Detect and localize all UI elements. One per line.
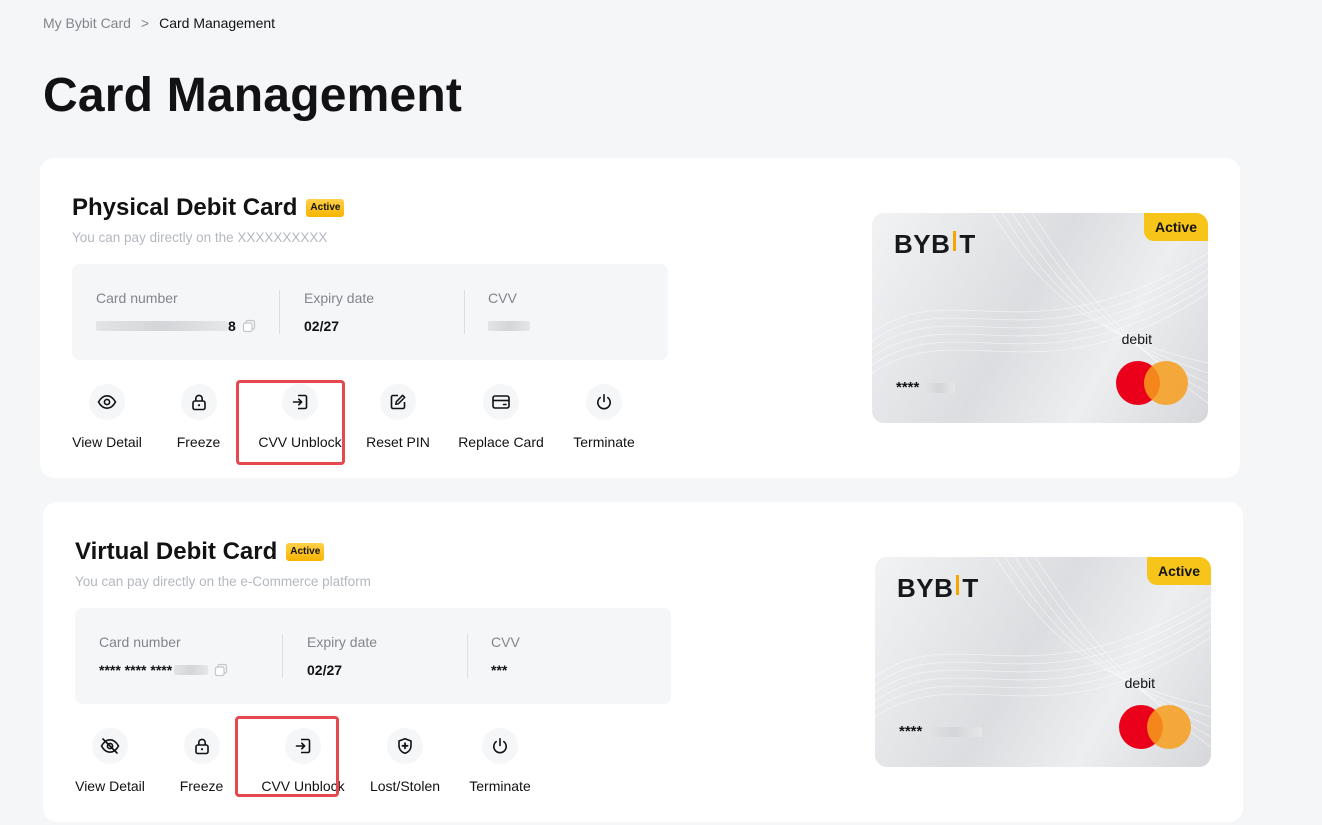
action-label: Terminate	[573, 434, 635, 450]
breadcrumb-separator: >	[140, 15, 150, 31]
lost-stolen-button[interactable]: Lost/Stolen	[365, 728, 445, 794]
card-number-masked: **** **** ****	[99, 662, 173, 678]
virtual-card-subtitle: You can pay directly on the e-Commerce p…	[75, 574, 371, 589]
physical-card-title: Physical Debit Card	[72, 194, 298, 221]
masked-stars: ****	[896, 379, 920, 396]
divider	[282, 634, 283, 678]
card-number-value: 8	[96, 318, 256, 334]
breadcrumb: My Bybit Card > Card Management	[43, 15, 275, 31]
redacted-number	[96, 321, 228, 331]
action-label: Reset PIN	[366, 434, 430, 450]
divider	[464, 290, 465, 334]
action-label: Freeze	[176, 434, 221, 450]
physical-title-row: Physical Debit Card Active	[72, 194, 345, 222]
status-badge: Active	[306, 199, 345, 217]
breadcrumb-my-bybit-card[interactable]: My Bybit Card	[43, 15, 131, 31]
card-status-badge: Active	[1144, 213, 1208, 241]
card-number-suffix: 8	[228, 318, 236, 334]
edit-icon	[380, 384, 416, 420]
card-type-label: debit	[1124, 675, 1155, 691]
power-icon	[482, 728, 518, 764]
reset-pin-button[interactable]: Reset PIN	[363, 384, 433, 450]
bybit-logo: BYB T	[897, 573, 979, 603]
redacted-digits	[923, 382, 956, 393]
breadcrumb-current: Card Management	[159, 15, 276, 31]
cvv-label: CVV	[488, 290, 517, 306]
card-type-label: debit	[1121, 331, 1152, 347]
redacted-digits	[926, 726, 983, 737]
redacted-digits	[174, 665, 209, 675]
physical-card-info: Card number 8 Expiry date 02/27 CVV	[72, 264, 668, 360]
freeze-button[interactable]: Freeze	[161, 384, 236, 450]
card-number-col: Card number 8	[96, 290, 256, 334]
lock-icon	[180, 384, 217, 420]
action-label: Replace Card	[458, 434, 544, 450]
divider	[467, 634, 468, 678]
virtual-card-info: Card number **** **** **** Expiry date 0…	[75, 608, 671, 704]
cvv-label: CVV	[491, 634, 520, 650]
virtual-title-row: Virtual Debit Card Active	[75, 538, 325, 566]
eye-off-icon	[92, 728, 128, 764]
action-label: Freeze	[179, 778, 224, 794]
masked-stars: ****	[899, 723, 923, 740]
copy-icon[interactable]	[242, 319, 256, 333]
action-label: Lost/Stolen	[369, 778, 441, 794]
divider	[279, 290, 280, 334]
physical-card-panel: Physical Debit Card Active You can pay d…	[40, 158, 1240, 478]
expiry-value: 02/27	[307, 662, 343, 678]
cvv-col: CVV ***	[491, 634, 520, 678]
expiry-label: Expiry date	[307, 634, 378, 650]
expiry-col: Expiry date 02/27	[307, 634, 377, 678]
copy-icon[interactable]	[214, 663, 228, 677]
virtual-card-title: Virtual Debit Card	[75, 538, 278, 565]
page-title: Card Management	[43, 69, 463, 122]
terminate-button[interactable]: Terminate	[569, 384, 639, 450]
lock-icon	[183, 728, 220, 764]
physical-card-subtitle: You can pay directly on the XXXXXXXXXX	[72, 230, 328, 245]
card-icon	[483, 384, 519, 420]
physical-card-image: BYB T Active debit ****	[872, 213, 1208, 423]
power-icon	[586, 384, 622, 420]
action-label: Terminate	[469, 778, 531, 794]
mastercard-logo	[1119, 705, 1191, 749]
expiry-value: 02/27	[304, 318, 340, 334]
cvv-value	[488, 318, 530, 334]
virtual-card-image: BYB T Active debit ****	[875, 557, 1211, 767]
shield-plus-icon	[387, 728, 423, 764]
redacted-cvv	[488, 321, 530, 331]
card-masked-number: ****	[899, 723, 983, 740]
cvv-value: ***	[491, 662, 508, 678]
mastercard-logo	[1116, 361, 1188, 405]
eye-icon	[89, 384, 125, 420]
card-number-label: Card number	[96, 290, 178, 306]
terminate-button[interactable]: Terminate	[465, 728, 535, 794]
card-masked-number: ****	[896, 379, 956, 396]
expiry-label: Expiry date	[304, 290, 375, 306]
action-label: View Detail	[75, 778, 145, 794]
physical-card-actions: View Detail Freeze CVV Unblock Reset PIN…	[72, 384, 639, 450]
replace-card-button[interactable]: Replace Card	[456, 384, 546, 450]
virtual-card-panel: Virtual Debit Card Active You can pay di…	[43, 502, 1243, 822]
cvv-col: CVV	[488, 290, 530, 334]
expiry-col: Expiry date 02/27	[304, 290, 374, 334]
card-number-col: Card number **** **** ****	[99, 634, 228, 678]
status-badge: Active	[286, 543, 325, 561]
card-number-label: Card number	[99, 634, 181, 650]
freeze-button[interactable]: Freeze	[164, 728, 239, 794]
cvv-unblock-highlight	[236, 380, 345, 465]
card-status-badge: Active	[1147, 557, 1211, 585]
view-detail-button[interactable]: View Detail	[72, 384, 142, 450]
cvv-unblock-highlight	[235, 716, 339, 797]
view-detail-button[interactable]: View Detail	[75, 728, 145, 794]
bybit-logo: BYB T	[894, 229, 976, 259]
action-label: View Detail	[72, 434, 142, 450]
card-number-value: **** **** ****	[99, 662, 228, 678]
